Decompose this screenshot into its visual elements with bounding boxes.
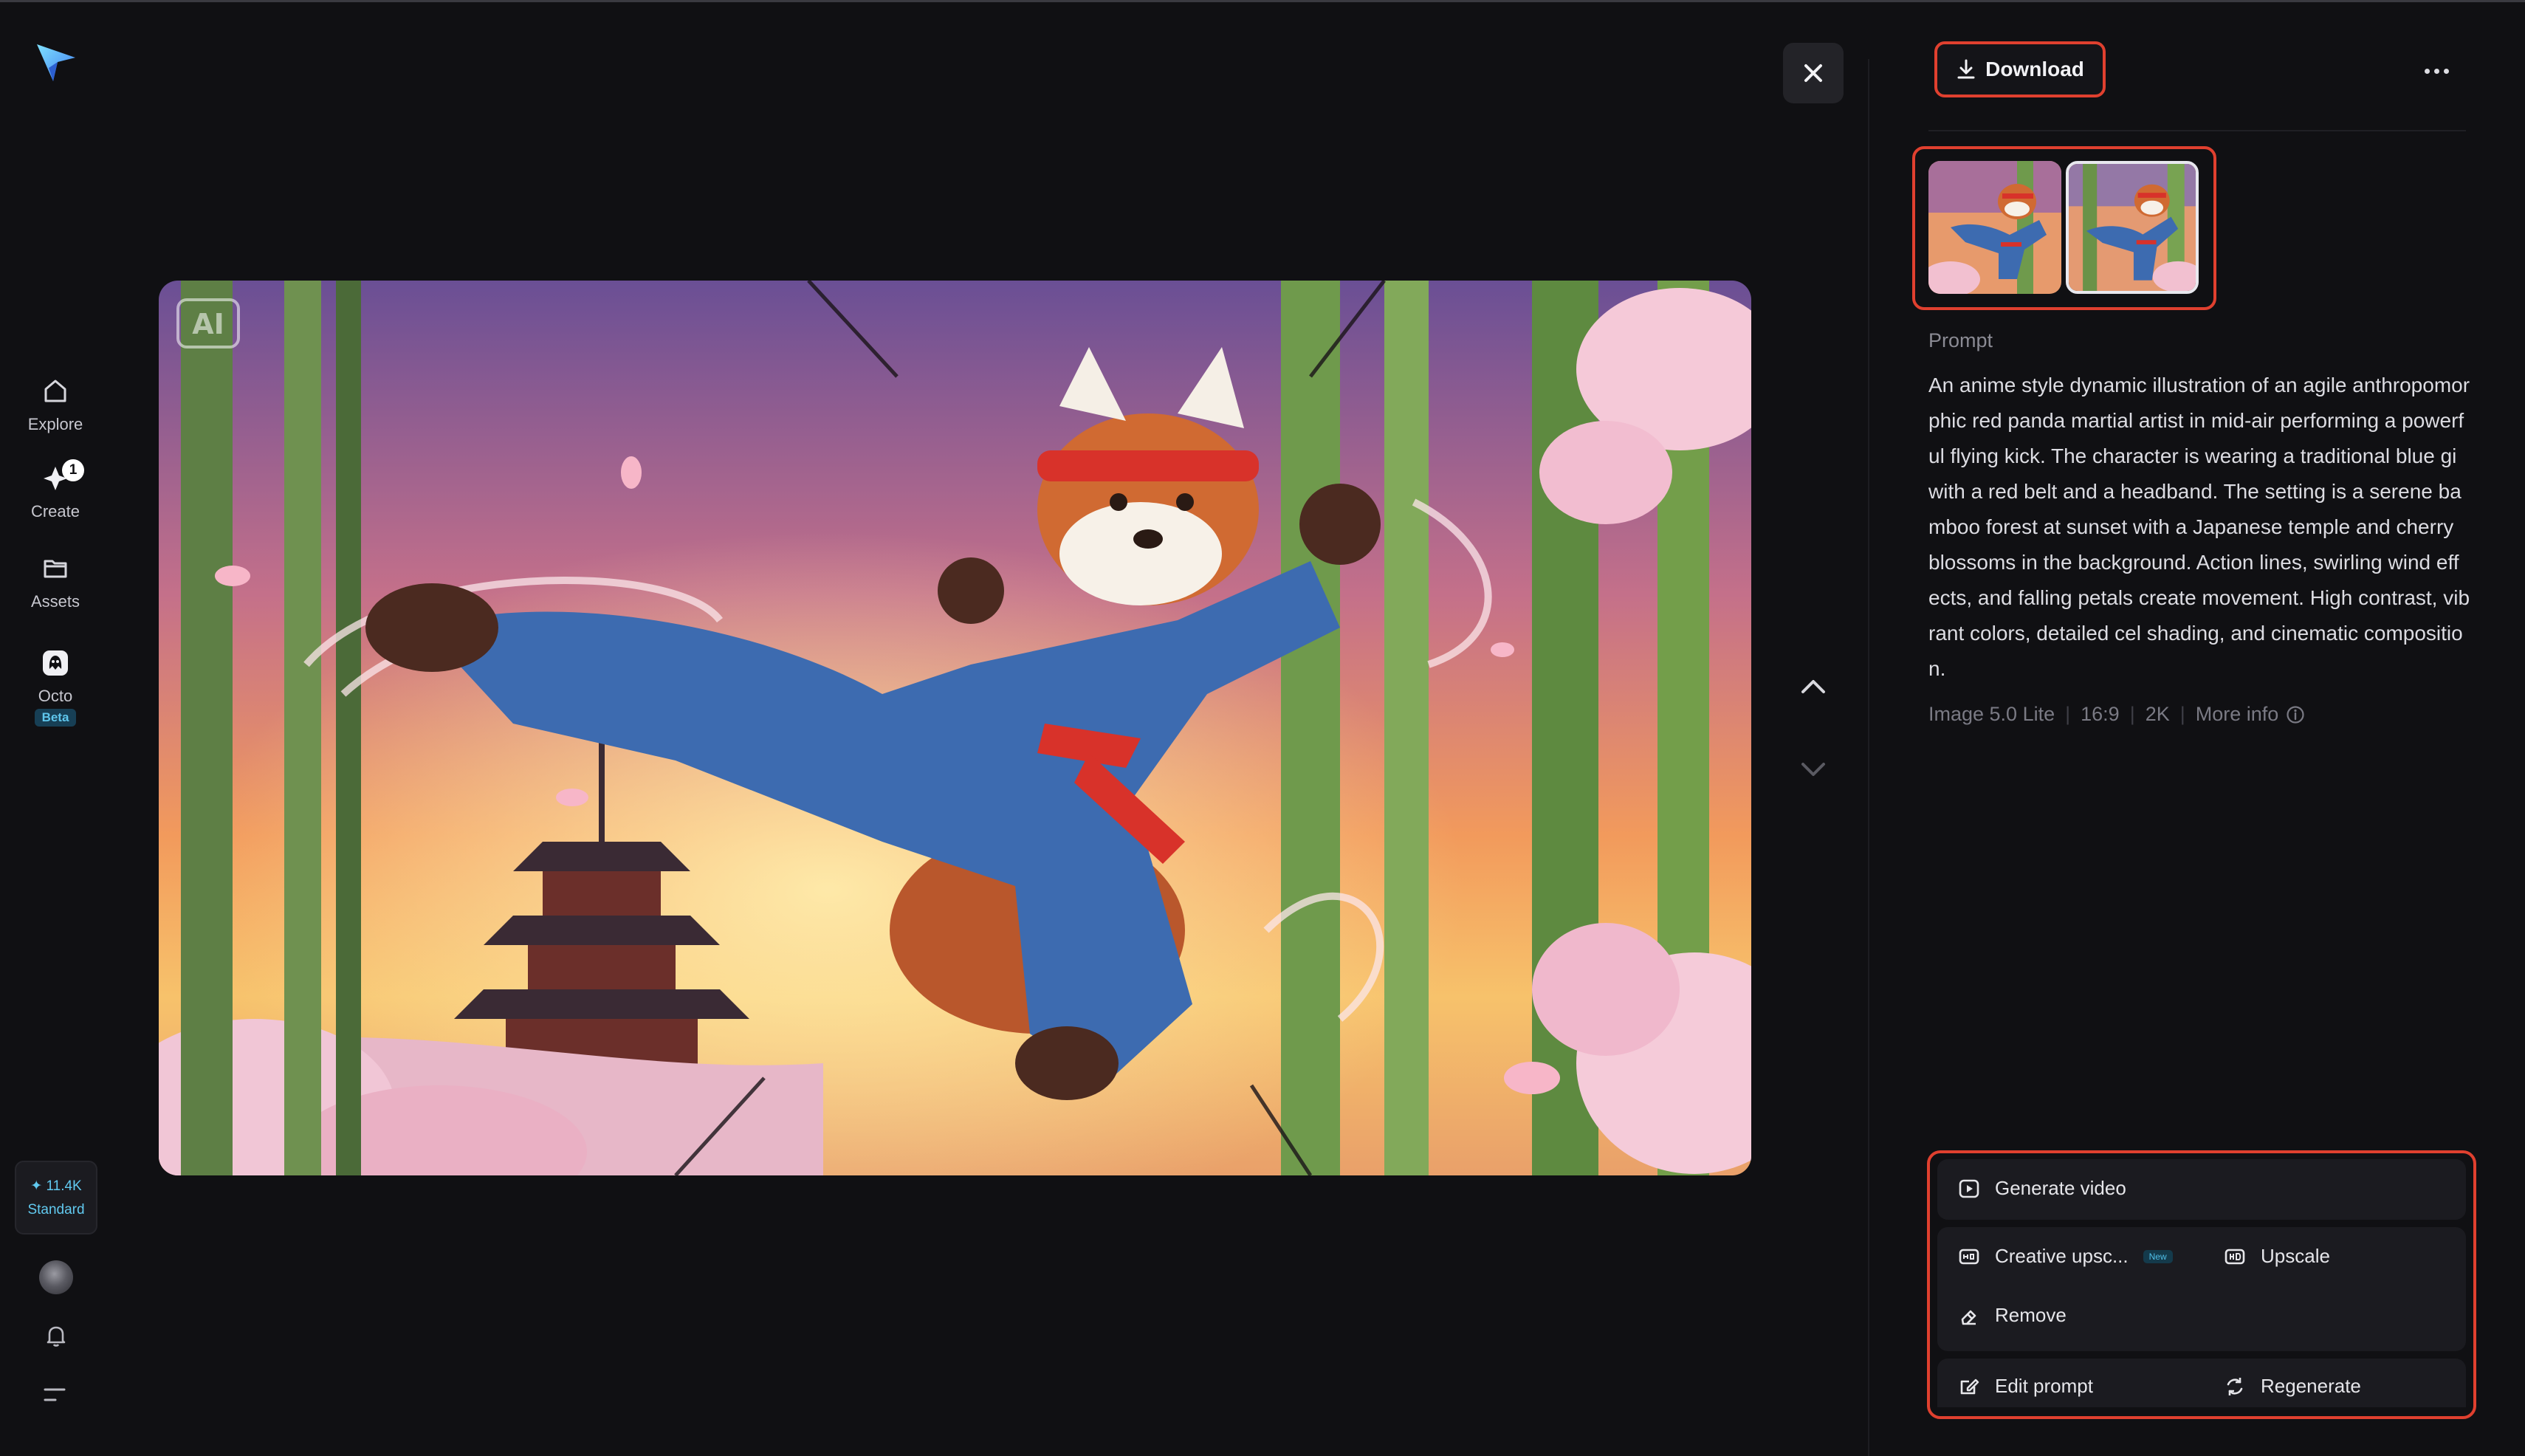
image-tools-card: Creative upsc... New Upscale Remove [1937,1227,2466,1351]
more-info-label: More info [2195,703,2279,725]
red-panda-illustration: AI [159,281,1751,1175]
actions-panel: Generate video Creative upsc... New Upsc… [1927,1150,2476,1419]
sidebar-item-label: Assets [30,592,80,611]
bell-icon[interactable] [41,1320,72,1351]
play-icon [1959,1179,1979,1198]
upscale-button[interactable]: Upscale [2224,1245,2330,1268]
variation-thumbnails [1912,146,2216,310]
regenerate-label: Regenerate [2261,1375,2361,1397]
new-badge: New [2143,1249,2173,1263]
sidebar-item-create[interactable]: 1 Create [0,459,111,521]
remove-label: Remove [1995,1304,2067,1326]
header-divider [1928,130,2466,131]
generate-video-label: Generate video [1995,1177,2126,1199]
notification-count-badge: 1 [62,459,84,481]
sidebar: Explore 1 Create Assets Octo Beta ✦ 11.4… [0,0,111,1456]
eraser-icon [1961,1310,1976,1325]
download-icon [1957,59,1975,79]
plan-name: Standard [27,1201,85,1218]
menu-icon[interactable] [42,1384,69,1406]
credits-amount: ✦ 11.4K [30,1178,82,1194]
dot [2443,68,2449,74]
creative-upscale-icon [1959,1249,1979,1264]
upscale-label: Upscale [2261,1245,2330,1267]
resolution: 2K [2145,703,2170,725]
hd-icon [2225,1249,2245,1264]
folder-icon [44,560,67,578]
previous-image-button[interactable] [1790,663,1837,710]
chevron-down-icon [1801,763,1825,776]
meta-separator: | [2129,703,2135,725]
logo-icon[interactable] [32,38,80,86]
generate-video-button[interactable]: Generate video [1958,1177,2126,1200]
home-icon [44,380,66,402]
edit-prompt-button[interactable]: Edit prompt [1958,1375,2093,1398]
chevron-up-icon [1801,680,1825,693]
creative-upscale-label: Creative upsc... [1995,1245,2129,1267]
video-actions-card: Generate video [1937,1159,2466,1220]
thumbnail-image [1928,161,2061,294]
download-label: Download [1985,58,2084,80]
thumbnail-1[interactable] [1928,161,2061,294]
generated-image[interactable]: AI [159,281,1751,1175]
close-icon [1804,64,1822,82]
info-icon [2287,705,2304,724]
sidebar-item-label: Octo [38,687,73,705]
panel-divider [1868,59,1869,1456]
more-options-button[interactable] [2416,53,2457,89]
window-top-border [0,0,2525,2]
credits-balance[interactable]: ✦ 11.4K Standard [15,1161,97,1234]
sidebar-item-label: Explore [27,415,83,433]
octo-icon [43,650,68,676]
sidebar-item-explore[interactable]: Explore [0,375,111,434]
sidebar-item-octo[interactable]: Octo Beta [0,647,111,727]
edit-icon [1960,1378,1979,1394]
model-name: Image 5.0 Lite [1928,703,2055,725]
remove-button[interactable]: Remove [1958,1304,2067,1327]
meta-separator: | [2179,703,2185,725]
prompt-actions-card: Edit prompt Regenerate [1937,1359,2466,1407]
regenerate-icon [2227,1377,2243,1395]
meta-separator: | [2065,703,2071,725]
next-image-button[interactable] [1790,746,1837,793]
creative-upscale-button[interactable]: Creative upsc... New [1958,1245,2173,1268]
generation-meta: Image 5.0 Lite | 16:9 | 2K | More info [1928,703,2305,726]
edit-prompt-label: Edit prompt [1995,1375,2093,1397]
aspect-ratio: 16:9 [2081,703,2120,725]
thumbnail-image [2069,164,2196,291]
prompt-text: An anime style dynamic illustration of a… [1928,374,2470,680]
dot [2424,68,2430,74]
sidebar-item-assets[interactable]: Assets [0,552,111,611]
regenerate-button[interactable]: Regenerate [2224,1375,2361,1398]
beta-badge: Beta [34,709,77,727]
ai-watermark: AI [192,308,224,340]
avatar[interactable] [39,1260,73,1294]
prompt-label: Prompt [1928,329,1993,351]
download-button[interactable]: Download [1934,41,2106,97]
close-button[interactable] [1783,43,1844,103]
thumbnail-2-selected[interactable] [2066,161,2199,294]
more-info-link[interactable]: More info [2196,703,2306,726]
dot [2433,68,2439,74]
sidebar-item-label: Create [30,502,80,521]
